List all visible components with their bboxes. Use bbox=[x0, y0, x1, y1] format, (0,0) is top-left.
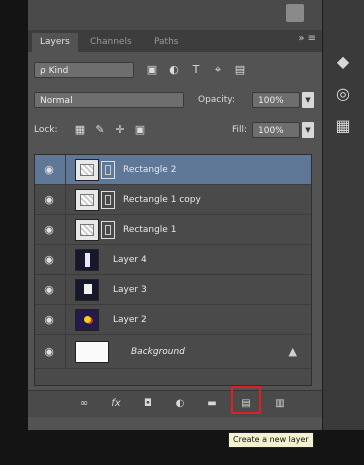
tab-layers[interactable]: Layers bbox=[32, 33, 78, 52]
divider bbox=[65, 275, 66, 305]
blend-row: Normal Opacity: 100% ▼ bbox=[34, 92, 316, 110]
layer-thumbnail bbox=[75, 219, 99, 241]
filter-row: ρ Kind ▣ ◐ T ⌖ ▤ bbox=[34, 62, 316, 80]
fill-label: Fill: bbox=[232, 125, 248, 135]
lock-row: Lock: ▦ ✎ ✛ ▣ Fill: 100% ▼ bbox=[34, 122, 316, 140]
layer-name: Rectangle 1 copy bbox=[123, 195, 201, 205]
tab-channels[interactable]: Channels bbox=[82, 33, 140, 52]
new-layer-highlight-box bbox=[231, 386, 261, 414]
divider bbox=[65, 245, 66, 275]
layer-row-rectangle-1-copy[interactable]: ◉ Rectangle 1 copy bbox=[35, 185, 311, 215]
vector-mask-icon bbox=[101, 161, 115, 179]
lock-transparent-icon[interactable]: ▦ bbox=[72, 122, 88, 138]
layers-list: ◉ Rectangle 2 ◉ Rectangle 1 copy ◉ Recta… bbox=[34, 154, 312, 386]
visibility-eye-icon[interactable]: ◉ bbox=[41, 345, 57, 359]
adjustment-layer-icon[interactable]: ◐ bbox=[172, 396, 188, 412]
top-button[interactable] bbox=[286, 4, 304, 22]
visibility-eye-icon[interactable]: ◉ bbox=[41, 193, 57, 207]
swatches-dock-icon[interactable]: ▦ bbox=[329, 114, 357, 138]
divider bbox=[65, 215, 66, 245]
layer-name: Rectangle 2 bbox=[123, 165, 177, 175]
fill-input[interactable]: 100% bbox=[252, 122, 300, 138]
divider bbox=[65, 335, 66, 369]
layer-lock-icon: ▲ bbox=[288, 345, 297, 358]
tooltip: Create a new layer bbox=[228, 432, 314, 448]
panel-tabs: Layers Channels Paths » ≡ bbox=[28, 30, 322, 52]
shape-filter-icon[interactable]: ⌖ bbox=[210, 62, 226, 78]
fill-dropdown-icon[interactable]: ▼ bbox=[302, 122, 314, 138]
layer-name: Background bbox=[131, 347, 185, 357]
blend-mode-select[interactable]: Normal bbox=[34, 92, 184, 108]
visibility-eye-icon[interactable]: ◉ bbox=[41, 253, 57, 267]
top-strip bbox=[28, 0, 322, 30]
layer-name: Layer 4 bbox=[113, 255, 147, 265]
pixel-filter-icon[interactable]: ▣ bbox=[144, 62, 160, 78]
layer-thumbnail bbox=[75, 309, 99, 331]
visibility-eye-icon[interactable]: ◉ bbox=[41, 283, 57, 297]
divider bbox=[65, 185, 66, 215]
layer-row-layer-2[interactable]: ◉ Layer 2 bbox=[35, 305, 311, 335]
delete-layer-trash-icon[interactable]: ▥ bbox=[272, 396, 288, 412]
lock-all-icon[interactable]: ▣ bbox=[132, 122, 148, 138]
visibility-eye-icon[interactable]: ◉ bbox=[41, 223, 57, 237]
lock-position-icon[interactable]: ✛ bbox=[112, 122, 128, 138]
layer-name: Rectangle 1 bbox=[123, 225, 177, 235]
layer-row-layer-4[interactable]: ◉ Layer 4 bbox=[35, 245, 311, 275]
layer-row-layer-3[interactable]: ◉ Layer 3 bbox=[35, 275, 311, 305]
lock-pixels-icon[interactable]: ✎ bbox=[92, 122, 108, 138]
vector-mask-icon bbox=[101, 221, 115, 239]
layer-name: Layer 3 bbox=[113, 285, 147, 295]
filter-kind-select[interactable]: ρ Kind bbox=[34, 62, 134, 78]
divider bbox=[65, 305, 66, 335]
new-group-folder-icon[interactable]: ▬ bbox=[204, 396, 220, 412]
panel-menu-icon[interactable]: » ≡ bbox=[298, 33, 316, 44]
layer-row-rectangle-1[interactable]: ◉ Rectangle 1 bbox=[35, 215, 311, 245]
adjustment-filter-icon[interactable]: ◐ bbox=[166, 62, 182, 78]
tab-paths[interactable]: Paths bbox=[146, 33, 186, 52]
opacity-dropdown-icon[interactable]: ▼ bbox=[302, 92, 314, 108]
adjustments-dock-icon[interactable]: ◎ bbox=[329, 82, 357, 106]
layer-row-background[interactable]: ◉ Background ▲ bbox=[35, 335, 311, 369]
type-filter-icon[interactable]: T bbox=[188, 62, 204, 78]
layers-panel: Layers Channels Paths » ≡ ρ Kind ▣ ◐ T ⌖… bbox=[28, 30, 322, 430]
layer-thumbnail bbox=[75, 341, 109, 363]
divider bbox=[65, 155, 66, 185]
right-dock: ◆ ◎ ▦ bbox=[322, 0, 364, 430]
layers-dock-icon[interactable]: ◆ bbox=[329, 50, 357, 74]
opacity-label: Opacity: bbox=[198, 95, 235, 105]
layer-thumbnail bbox=[75, 249, 99, 271]
panel-bottom-bar: ∞ fx ◘ ◐ ▬ ▤ ▥ bbox=[28, 390, 322, 417]
link-layers-icon[interactable]: ∞ bbox=[76, 396, 92, 412]
visibility-eye-icon[interactable]: ◉ bbox=[41, 163, 57, 177]
add-layer-style-icon[interactable]: fx bbox=[108, 396, 124, 412]
visibility-eye-icon[interactable]: ◉ bbox=[41, 313, 57, 327]
lock-label: Lock: bbox=[34, 125, 58, 135]
layer-name: Layer 2 bbox=[113, 315, 147, 325]
layer-thumbnail bbox=[75, 279, 99, 301]
layer-thumbnail bbox=[75, 159, 99, 181]
background-left bbox=[0, 0, 28, 465]
add-mask-icon[interactable]: ◘ bbox=[140, 396, 156, 412]
layer-thumbnail bbox=[75, 189, 99, 211]
smart-object-filter-icon[interactable]: ▤ bbox=[232, 62, 248, 78]
layer-row-rectangle-2[interactable]: ◉ Rectangle 2 bbox=[35, 155, 311, 185]
opacity-input[interactable]: 100% bbox=[252, 92, 300, 108]
vector-mask-icon bbox=[101, 191, 115, 209]
